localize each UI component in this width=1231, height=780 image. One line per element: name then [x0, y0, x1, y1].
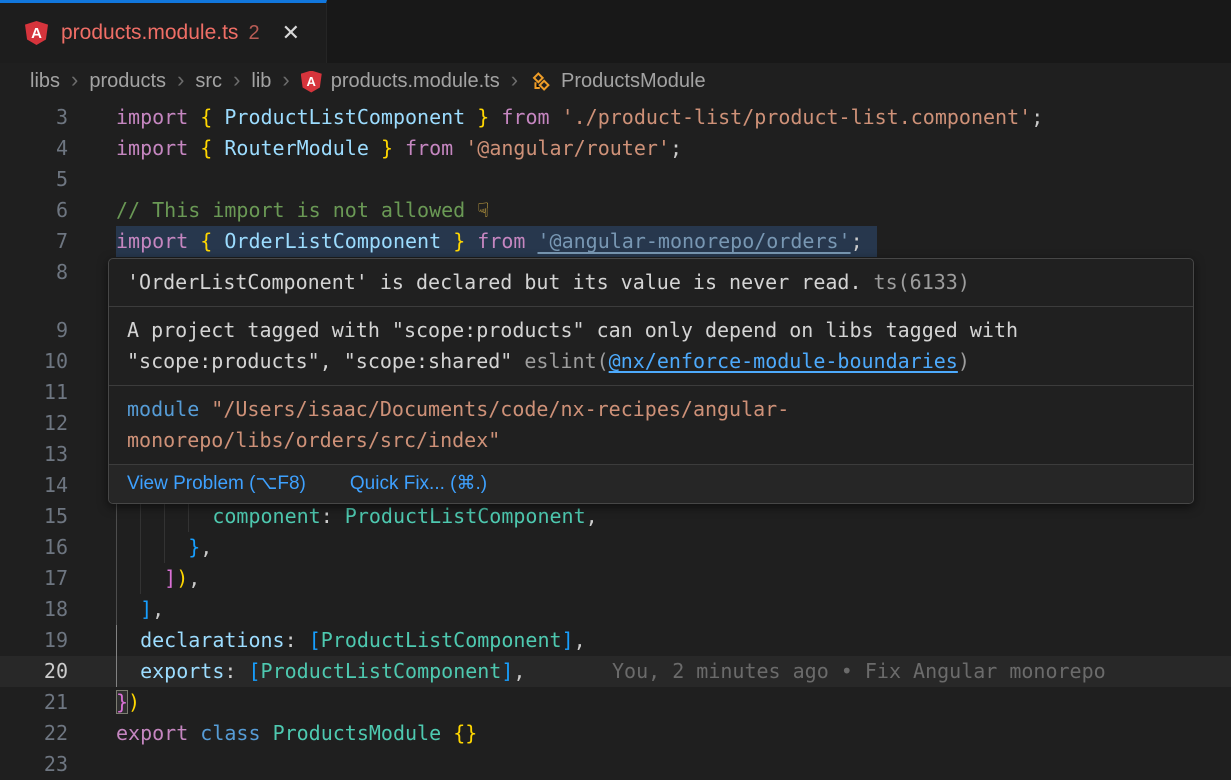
tab-bar: A products.module.ts 2 ✕: [0, 0, 1231, 64]
breadcrumb-label: libs: [30, 70, 60, 93]
line-number-19: 19: [0, 625, 68, 656]
vscode-window: A products.module.ts 2 ✕ libs › products › s…: [0, 0, 1231, 780]
hover-status-bar: View Problem (⌥F8) Quick Fix... (⌘.): [109, 464, 1193, 503]
tab-products-module[interactable]: A products.module.ts 2 ✕: [0, 0, 327, 63]
code-line-22[interactable]: export class ProductsModule {}: [116, 718, 477, 749]
code-line-16[interactable]: },: [116, 532, 212, 563]
breadcrumb-label: ProductsModule: [561, 70, 706, 93]
nx-rule-link[interactable]: @nx/enforce-module-boundaries: [609, 349, 958, 373]
code-line-18[interactable]: ],: [116, 594, 164, 625]
line-number-11: 11: [0, 377, 68, 408]
breadcrumb-item-lib[interactable]: lib: [251, 70, 271, 93]
breadcrumb-label: products: [89, 70, 166, 93]
code-line-17[interactable]: ]),: [116, 563, 200, 594]
breadcrumb: libs › products › src › lib › Aproducts.module.t…: [0, 63, 1231, 100]
line-number-6: 6: [0, 195, 68, 226]
line-number-10: 10: [0, 346, 68, 377]
line-number-23: 23: [0, 749, 68, 780]
code-line-20[interactable]: exports: [ProductListComponent],: [116, 656, 525, 687]
line-number-7: 7: [0, 226, 68, 257]
line-number-16: 16: [0, 532, 68, 563]
hover-diagnostic-message: 'OrderListComponent' is declared but its…: [109, 259, 1193, 306]
line-number-22: 22: [0, 718, 68, 749]
line-number-21: 21: [0, 687, 68, 718]
breadcrumb-item-products-module-ts[interactable]: Aproducts.module.ts: [301, 70, 500, 93]
hover-module-path: module "/Users/isaac/Documents/code/nx-r…: [109, 385, 1193, 464]
code-line-15[interactable]: component: ProductListComponent,: [116, 501, 598, 532]
breadcrumb-separator: ›: [177, 67, 184, 93]
breadcrumb-separator: ›: [233, 67, 240, 93]
breadcrumb-item-libs[interactable]: libs: [30, 70, 60, 93]
breadcrumb-item-products[interactable]: products: [89, 70, 166, 93]
breadcrumb-label: products.module.ts: [331, 70, 500, 93]
hover-action-view[interactable]: View Problem (⌥F8): [127, 472, 306, 496]
line-number-9: 9: [0, 315, 68, 346]
line-number-17: 17: [0, 563, 68, 594]
code-line-21[interactable]: }): [116, 687, 140, 718]
line-number-5: 5: [0, 164, 68, 195]
git-blame-annotation: You, 2 minutes ago • Fix Angular monorep…: [612, 656, 1106, 687]
line-number-14: 14: [0, 470, 68, 501]
angular-icon: A: [301, 71, 322, 93]
line-number-18: 18: [0, 594, 68, 625]
breadcrumb-label: src: [195, 70, 222, 93]
tab-title: products.module.ts: [61, 21, 238, 45]
breadcrumb-item-src[interactable]: src: [195, 70, 222, 93]
line-number-8: 8: [0, 257, 68, 288]
line-number-20: 20: [0, 656, 68, 687]
code-line-4[interactable]: import { RouterModule } from '@angular/r…: [116, 133, 682, 164]
line-number-12: 12: [0, 408, 68, 439]
breadcrumb-separator: ›: [71, 67, 78, 93]
error-hover-popup: 'OrderListComponent' is declared but its…: [108, 258, 1194, 504]
class-symbol-icon: [529, 70, 552, 93]
line-number-13: 13: [0, 439, 68, 470]
line-number-4: 4: [0, 133, 68, 164]
angular-icon: A: [25, 21, 48, 45]
line-number-3: 3: [0, 102, 68, 133]
tab-error-count: 2: [248, 22, 259, 45]
breadcrumb-separator: ›: [511, 67, 518, 93]
breadcrumb-item-productsmodule[interactable]: ProductsModule: [529, 70, 706, 93]
code-line-3[interactable]: import { ProductListComponent } from './…: [116, 102, 1043, 133]
code-line-19[interactable]: declarations: [ProductListComponent],: [116, 625, 586, 656]
breadcrumb-separator: ›: [282, 67, 289, 93]
breadcrumb-label: lib: [251, 70, 271, 93]
hover-action-quick[interactable]: Quick Fix... (⌘.): [350, 472, 487, 496]
code-line-6[interactable]: // This import is not allowed ☟: [116, 195, 489, 226]
line-number-15: 15: [0, 501, 68, 532]
hover-diagnostic-message: A project tagged with "scope:products" c…: [109, 306, 1193, 385]
close-icon[interactable]: ✕: [282, 22, 300, 44]
